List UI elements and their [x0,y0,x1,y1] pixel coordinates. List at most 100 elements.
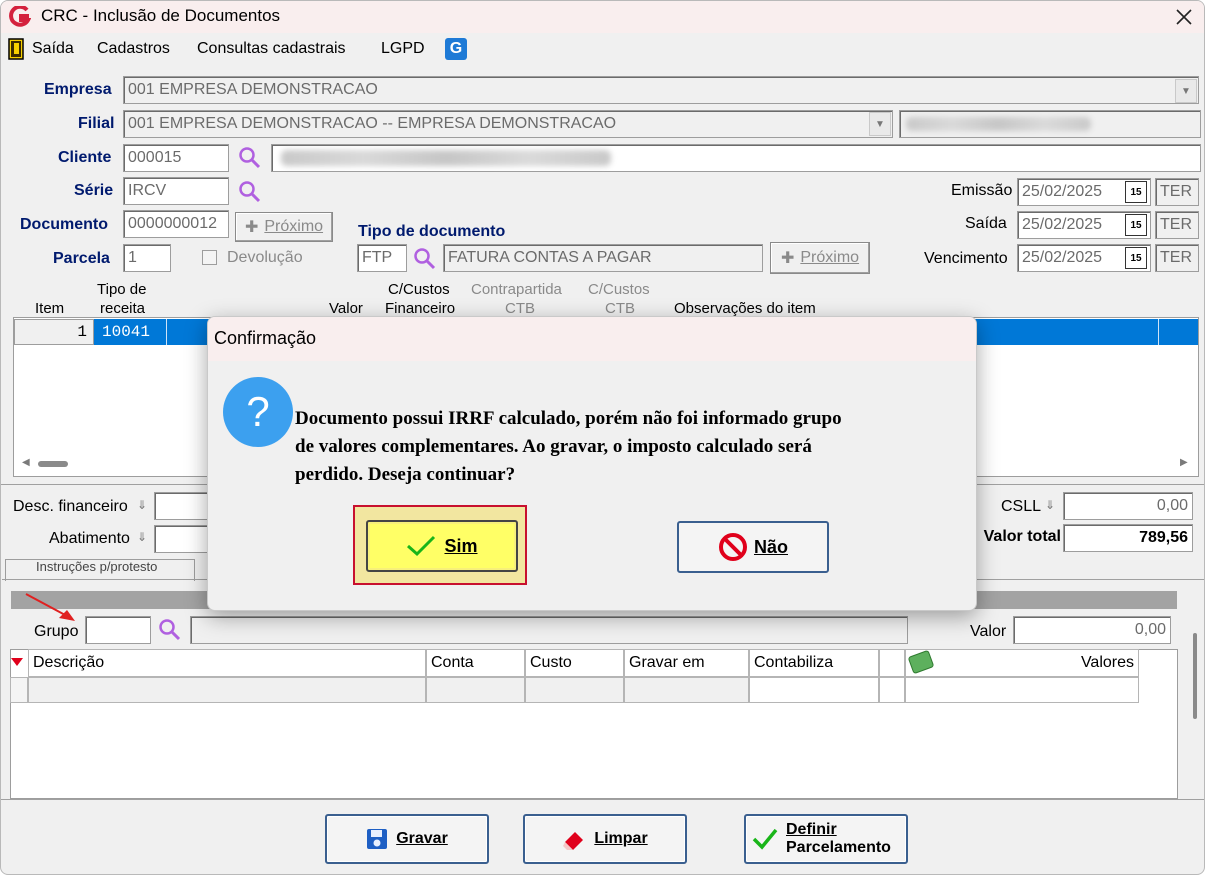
exit-door-icon [8,38,24,60]
menu-consultas-cadastrais[interactable]: Consultas cadastrais [197,40,346,58]
dialog-title: Confirmação [214,328,317,348]
grupo-label: Grupo [34,623,79,640]
redacted-text [281,150,611,166]
prohibited-icon [718,533,747,561]
limpar-button[interactable]: Limpar [523,814,687,864]
chevron-down-icon[interactable]: ▼ [869,112,891,136]
proximo-tipo-button[interactable]: ✚ Próximo [770,242,870,274]
help-g-icon[interactable]: G [445,38,467,60]
csll-label: CSLL [1001,498,1042,515]
tab-instrucoes-protesto[interactable]: Instruções p/protesto [5,559,195,581]
chevron-down-icon[interactable]: ▼ [1175,79,1197,103]
cliente-label: Cliente [58,149,112,166]
nao-button[interactable]: Não [677,521,829,573]
col-conta[interactable]: Conta [426,649,525,677]
desc-financeiro-label: Desc. financeiro [13,498,128,515]
vencimento-label: Vencimento [924,250,1008,267]
calendar-icon[interactable]: 15 [1125,181,1147,203]
table-row[interactable] [10,677,1139,703]
search-icon[interactable] [237,179,263,205]
vertical-scrollbar-thumb[interactable] [1193,633,1197,719]
eraser-icon [563,832,584,850]
vencimento-weekday: TER [1155,244,1199,272]
col-custo[interactable]: Custo [525,649,624,677]
divider [1,799,1204,800]
emissao-label: Emissão [951,182,1013,199]
proximo-documento-button[interactable]: ✚ Próximo [235,212,333,242]
cell-divider [166,319,167,345]
parcela-label: Parcela [53,250,110,267]
col-ccustos-ctb-1: C/Custos [588,281,650,298]
plus-icon: ✚ [244,219,259,236]
checkmark-icon [752,828,778,850]
calendar-icon[interactable]: 15 [1125,214,1147,236]
app-logo-icon [9,6,31,27]
question-icon: ? [223,377,293,447]
definir-parcelamento-button[interactable]: Definir Parcelamento [744,814,908,864]
red-arrow-annotation [25,593,75,621]
arrow-down-icon: ⇓ [137,498,148,512]
tipo-documento-desc-field: FATURA CONTAS A PAGAR [443,244,763,272]
cell-divider [1158,319,1159,345]
serie-input[interactable]: IRCV [123,177,229,205]
close-icon[interactable] [1175,8,1193,26]
search-icon[interactable] [157,617,183,643]
desc-financeiro-input[interactable] [154,492,214,520]
window-title: CRC - Inclusão de Documentos [41,6,281,25]
csll-input[interactable]: 0,00 [1063,492,1193,520]
dialog-title-bar: Confirmação [208,317,976,361]
row-item-cell: 1 [14,319,94,345]
sim-button[interactable]: Sim [366,520,518,572]
horizontal-scrollbar-thumb[interactable] [38,461,68,467]
valor-input[interactable]: 0,00 [1013,616,1171,644]
parcela-input[interactable]: 1 [123,244,171,272]
empresa-select[interactable]: 001 EMPRESA DEMONSTRACAO [123,76,1199,104]
tipo-documento-code-input[interactable]: FTP [357,244,407,272]
col-contrapartida-1: Contrapartida [471,281,562,298]
search-icon[interactable] [412,246,438,272]
menu-lgpd[interactable]: LGPD [381,40,425,58]
filial-select[interactable]: 001 EMPRESA DEMONSTRACAO -- EMPRESA DEMO… [123,110,893,138]
valor-total-field: 789,56 [1063,524,1193,552]
filial-label: Filial [78,115,115,132]
dialog-message: Documento possui IRRF calculado, porém n… [295,408,842,485]
col-item: Item [35,300,65,317]
col-ccustos-fin-1: C/Custos [388,281,450,298]
money-icon [907,649,935,675]
scroll-right-icon[interactable]: ▶ [1180,458,1192,468]
valor-label: Valor [970,623,1007,640]
grupo-input[interactable] [85,616,151,644]
col-tipo-receita-1: Tipo de [97,281,147,298]
sort-down-icon [11,658,23,666]
calendar-icon[interactable]: 15 [1125,247,1147,269]
arrow-down-icon: ⇓ [1045,498,1056,512]
title-bar: CRC - Inclusão de Documentos [1,1,1204,33]
serie-label: Série [74,182,114,199]
col-blank [879,649,905,677]
arrow-down-icon: ⇓ [137,530,148,544]
valor-total-label: Valor total [983,528,1061,545]
save-disk-icon [367,829,388,849]
abatimento-input[interactable] [154,525,214,553]
menu-bar: Saída Cadastros Consultas cadastrais LGP… [1,33,1204,65]
col-tipo-receita-2: receita [100,300,146,317]
col-gravar-em[interactable]: Gravar em [624,649,749,677]
col-descricao[interactable]: Descrição [28,649,426,677]
documento-input[interactable]: 0000000012 [123,210,229,238]
plus-icon: ✚ [780,250,795,267]
col-valores[interactable]: Valores [905,649,1139,677]
saida-label: Saída [965,215,1007,232]
tipo-documento-label: Tipo de documento [358,223,506,240]
col-contabiliza[interactable]: Contabiliza [749,649,879,677]
search-icon[interactable] [237,145,263,171]
documento-label: Documento [20,216,108,233]
saida-weekday: TER [1155,211,1199,239]
menu-saida[interactable]: Saída [32,40,74,58]
devolucao-checkbox[interactable] [202,250,217,265]
menu-cadastros[interactable]: Cadastros [97,40,170,58]
confirmation-dialog: Confirmação ? Documento possui IRRF calc… [207,316,977,611]
grupo-desc-field [190,616,908,644]
cliente-input[interactable]: 000015 [123,144,229,172]
abatimento-label: Abatimento [49,530,130,547]
gravar-button[interactable]: Gravar [325,814,489,864]
